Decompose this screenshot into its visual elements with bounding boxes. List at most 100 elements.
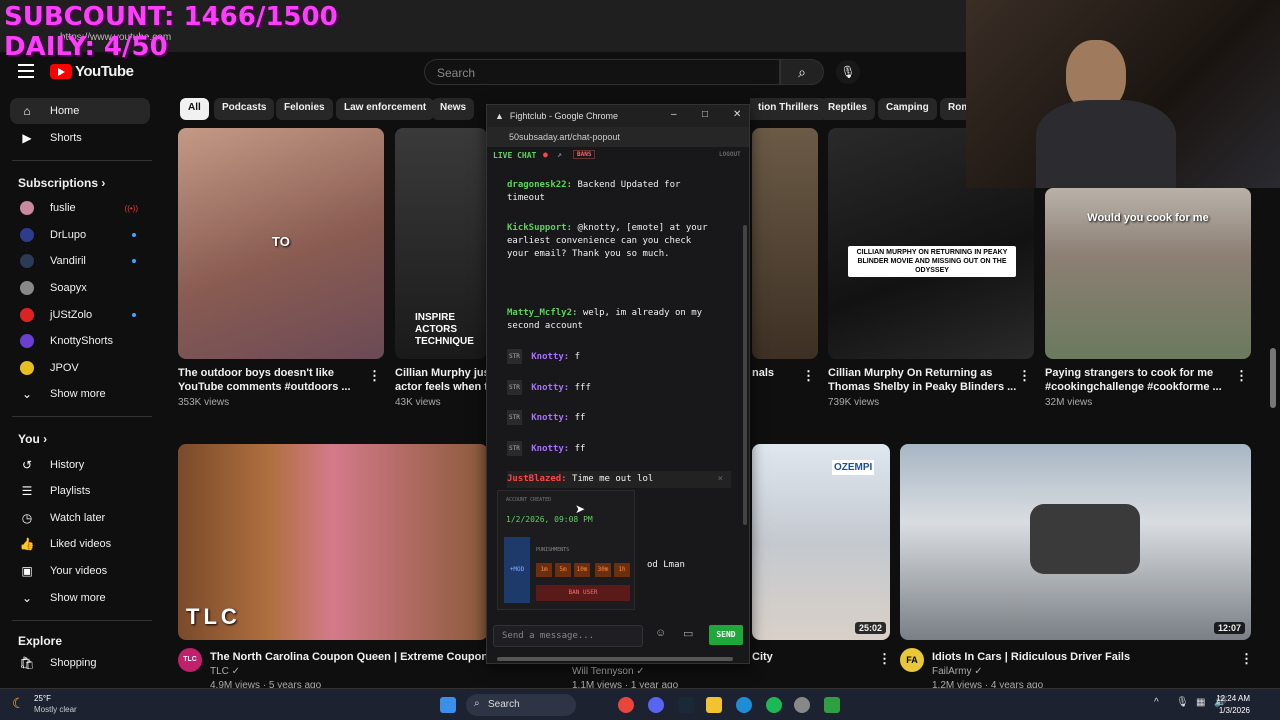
ban-user-button[interactable]: BAN USER	[536, 585, 630, 601]
chat-message-input[interactable]: Send a message...	[493, 625, 643, 647]
video-thumbnail[interactable]: Would you cook for me	[1045, 188, 1251, 359]
chip-news[interactable]: News	[432, 98, 475, 120]
send-button[interactable]: SEND	[709, 625, 743, 645]
channel-name[interactable]: Will Tennyson ✓	[572, 666, 645, 677]
sidebar-item-justzolo[interactable]: jUStZolo	[10, 302, 150, 328]
video-title[interactable]: Paying strangers to cook for me #cookingc…	[1045, 366, 1222, 394]
timeout-5m-button[interactable]: 5m	[555, 563, 571, 577]
subscriptions-header[interactable]: Subscriptions ›	[18, 176, 105, 190]
chip-felonies[interactable]: Felonies	[276, 98, 333, 120]
video-title[interactable]: The outdoor boys doesn't like YouTube com…	[178, 366, 351, 394]
steam-icon[interactable]	[678, 697, 694, 713]
sidebar-item-vandiril[interactable]: Vandiril	[10, 248, 150, 274]
sidebar-item-shopping[interactable]: 🛍 Shopping	[10, 650, 150, 676]
timeout-10m-button[interactable]: 10m	[574, 563, 590, 577]
external-link-icon[interactable]: ↗	[557, 150, 562, 159]
hamburger-menu-icon[interactable]	[18, 64, 34, 78]
more-options-icon[interactable]: ⋮	[1018, 368, 1031, 384]
channel-avatar[interactable]: TLC	[178, 648, 202, 672]
video-title[interactable]: Cillian Murphy On Returning as Thomas She…	[828, 366, 1016, 394]
chevron-up-icon[interactable]: ^	[1154, 697, 1159, 708]
search-input[interactable]: Search	[424, 59, 780, 85]
timeout-30m-button[interactable]: 30m	[595, 563, 611, 577]
settings-icon[interactable]	[794, 697, 810, 713]
page-scrollbar[interactable]	[1270, 348, 1276, 408]
search-button[interactable]: ⌕	[780, 59, 824, 85]
video-thumbnail[interactable]	[752, 128, 818, 359]
chat-message: dragonesk22: Backend Updated for timeout	[507, 180, 681, 203]
sidebar-item-home[interactable]: ⌂ Home	[10, 98, 150, 124]
timeout-1m-button[interactable]: 1m	[536, 563, 552, 577]
channel-avatar[interactable]: FA	[900, 648, 924, 672]
more-options-icon[interactable]: ⋮	[368, 368, 381, 384]
video-title[interactable]: Idiots In Cars | Ridiculous Driver Fails	[932, 650, 1130, 664]
show-more-you[interactable]: ⌄ Show more	[10, 585, 150, 611]
more-options-icon[interactable]: ⋮	[1240, 651, 1253, 667]
folder-icon[interactable]	[706, 697, 722, 713]
emoji-icon[interactable]: ☺	[655, 627, 666, 639]
close-icon[interactable]: ×	[718, 473, 723, 486]
chip-camping[interactable]: Camping	[878, 98, 937, 120]
minimize-icon[interactable]: –	[671, 109, 677, 120]
horizontal-scrollbar[interactable]	[497, 657, 733, 661]
avatar	[20, 334, 34, 348]
more-options-icon[interactable]: ⋮	[1235, 368, 1248, 384]
chip-all[interactable]: All	[180, 98, 209, 120]
chip-podcasts[interactable]: Podcasts	[214, 98, 275, 120]
sidebar-item-drlupo[interactable]: DrLupo	[10, 222, 150, 248]
channel-name[interactable]: TLC ✓	[210, 666, 240, 677]
more-options-icon[interactable]: ⋮	[878, 651, 891, 667]
sidebar-item-jpov[interactable]: JPOV	[10, 355, 150, 381]
sidebar-item-liked-videos[interactable]: 👍 Liked videos	[10, 531, 150, 557]
windows-start-icon[interactable]	[440, 697, 456, 713]
timeout-1h-button[interactable]: 1h	[614, 563, 630, 577]
video-thumbnail[interactable]: TO	[178, 128, 384, 359]
video-title[interactable]: Cillian Murphy just actor feels when th	[395, 366, 495, 394]
voice-search-button[interactable]: 🎙	[836, 60, 860, 84]
sidebar-item-fuslie[interactable]: fuslie ((•))	[10, 195, 150, 221]
chrome-icon[interactable]	[618, 697, 634, 713]
spotify-icon[interactable]	[766, 697, 782, 713]
video-title[interactable]: The North Carolina Coupon Queen | Extrem…	[210, 650, 505, 664]
sidebar-item-knottyshorts[interactable]: KnottyShorts	[10, 328, 150, 354]
chip-reptiles[interactable]: Reptiles	[820, 98, 875, 120]
chip-action-thrillers[interactable]: tion Thrillers	[750, 98, 827, 120]
youtube-play-icon	[50, 64, 72, 79]
discord-icon[interactable]	[648, 697, 664, 713]
video-meta: 353K views	[178, 397, 230, 408]
clock[interactable]: 12:24 AM 1/3/2026	[1200, 693, 1250, 717]
close-icon[interactable]: ✕	[733, 109, 741, 120]
show-more-subscriptions[interactable]: ⌄ Show more	[10, 381, 150, 407]
weather-widget[interactable]: 25°F Mostly clear	[34, 693, 77, 715]
sidebar-item-history[interactable]: ↺ History	[10, 452, 150, 478]
sidebar-item-watch-later[interactable]: ◷ Watch later	[10, 505, 150, 531]
sidebar-item-shorts[interactable]: ▶ Shorts	[10, 125, 150, 151]
mod-button[interactable]: +MOD	[504, 537, 530, 603]
logout-button[interactable]: LOGOUT	[719, 151, 741, 158]
more-options-icon[interactable]: ⋮	[802, 368, 815, 384]
sidebar-item-soapyx[interactable]: Soapyx	[10, 275, 150, 301]
video-thumbnail[interactable]: INSPIRE ACTORS TECHNIQUE	[395, 128, 487, 359]
youtube-logo[interactable]: YouTube	[50, 63, 134, 80]
chat-message-highlighted: JustBlazed: Time me out lol ×	[507, 471, 731, 488]
video-thumbnail[interactable]: 12:07	[900, 444, 1251, 640]
taskbar-search[interactable]: ⌕ Search	[466, 694, 576, 716]
bans-button[interactable]: BANS	[573, 150, 596, 159]
popout-address-bar[interactable]: 50subsaday.art/chat-popout	[487, 127, 749, 147]
video-thumbnail[interactable]: TLC	[178, 444, 488, 640]
image-icon[interactable]: ▭	[683, 627, 693, 640]
chat-scrollbar[interactable]	[743, 225, 747, 525]
channel-name[interactable]: FailArmy ✓	[932, 666, 983, 677]
you-header[interactable]: You ›	[18, 432, 47, 446]
video-title[interactable]: City	[752, 650, 773, 664]
window-titlebar[interactable]: ▲ Fightclub - Google Chrome	[487, 105, 749, 127]
edge-icon[interactable]	[736, 697, 752, 713]
sidebar-item-your-videos[interactable]: ▣ Your videos	[10, 558, 150, 584]
chip-law-enforcement[interactable]: Law enforcement	[336, 98, 435, 120]
app-icon[interactable]	[824, 697, 840, 713]
video-thumbnail[interactable]: OZEMPI 25:02	[752, 444, 890, 640]
microphone-icon[interactable]: 🎙	[1176, 697, 1189, 708]
maximize-icon[interactable]: □	[702, 109, 708, 120]
sidebar-item-playlists[interactable]: ☰ Playlists	[10, 478, 150, 504]
video-title[interactable]: nals	[752, 366, 774, 380]
